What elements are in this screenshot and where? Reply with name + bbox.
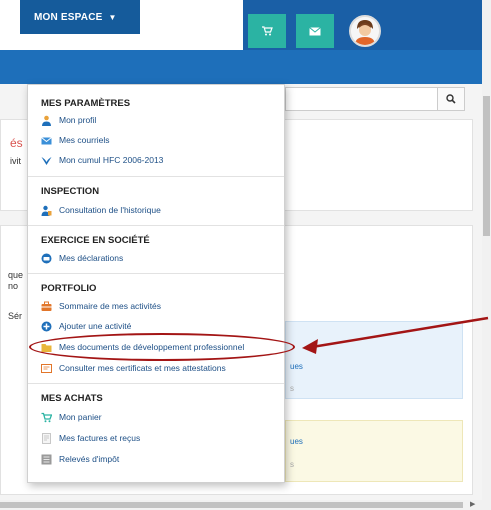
mail-button[interactable] (296, 14, 334, 48)
caret-down-icon: ▼ (108, 12, 117, 22)
bg-text-fragment: és (10, 136, 23, 150)
scrollbar-thumb[interactable] (0, 502, 463, 508)
menu-item-releves-impot[interactable]: Relevés d'impôt (41, 452, 119, 466)
nav-mon-espace[interactable]: MON ESPACE ▼ (20, 0, 140, 34)
declaration-icon (41, 253, 52, 263)
scroll-right-arrow-icon[interactable]: ▶ (470, 500, 475, 508)
main-navbar (0, 50, 482, 84)
bg-card-text-fragment: s (290, 384, 294, 393)
user-history-icon (41, 205, 52, 216)
menu-item-label: Sommaire de mes activités (59, 301, 162, 311)
section-title-inspection: INSPECTION (41, 186, 100, 197)
mail-icon (309, 26, 321, 35)
menu-item-label: Consultation de l'historique (59, 205, 161, 215)
search-icon (446, 94, 456, 104)
menu-divider (28, 273, 284, 274)
menu-item-label: Mes courriels (59, 135, 110, 145)
vertical-scrollbar[interactable] (482, 0, 491, 500)
add-circle-icon (41, 321, 52, 331)
purchase-card (285, 420, 463, 482)
mon-espace-dropdown: MES PARAMÈTRES Mon profil Mes courriels … (27, 84, 285, 483)
bg-text-fragment: que (8, 270, 24, 280)
bg-card-link-fragment[interactable]: ues (290, 362, 303, 371)
bg-card-text-fragment: s (290, 460, 294, 469)
bg-text-fragment: no (8, 281, 19, 291)
bg-text-fragment: Sér (8, 311, 23, 321)
tax-icon (41, 454, 52, 464)
menu-item-consultation-historique[interactable]: Consultation de l'historique (41, 203, 161, 217)
cart-icon (41, 412, 52, 422)
menu-item-label: Mon panier (59, 412, 102, 422)
section-title-mes-parametres: MES PARAMÈTRES (41, 98, 131, 109)
menu-item-label: Consulter mes certificats et mes attesta… (59, 363, 226, 373)
menu-item-label: Ajouter une activité (59, 321, 132, 331)
search-input[interactable] (285, 87, 437, 111)
horizontal-scrollbar[interactable]: ▶ (0, 500, 491, 510)
user-avatar[interactable] (349, 15, 381, 47)
activity-card (285, 321, 463, 399)
cart-icon (262, 26, 273, 36)
menu-item-mes-courriels[interactable]: Mes courriels (41, 133, 110, 147)
cart-button[interactable] (248, 14, 286, 48)
menu-item-mes-declarations[interactable]: Mes déclarations (41, 251, 123, 265)
menu-item-mon-panier[interactable]: Mon panier (41, 410, 102, 424)
menu-divider (28, 225, 284, 226)
menu-item-ajouter-activite[interactable]: Ajouter une activité (41, 319, 131, 333)
invoice-icon (42, 432, 51, 444)
search-button[interactable] (437, 87, 465, 111)
highlight-ellipse (29, 333, 295, 361)
menu-item-mes-factures-recus[interactable]: Mes factures et reçus (41, 431, 140, 445)
menu-divider (28, 383, 284, 384)
menu-item-mon-profil[interactable]: Mon profil (41, 113, 96, 127)
nav-mon-espace-label: MON ESPACE (34, 11, 103, 23)
menu-item-label: Mon profil (59, 115, 97, 125)
menu-item-label: Mes déclarations (59, 253, 124, 263)
menu-item-consulter-certificats[interactable]: Consulter mes certificats et mes attesta… (41, 361, 226, 375)
section-title-mes-achats: MES ACHATS (41, 393, 103, 404)
bg-text-fragment: ivit (10, 156, 21, 166)
section-title-portfolio: PORTFOLIO (41, 283, 97, 294)
person-icon (42, 115, 51, 126)
menu-item-label: Mon cumul HFC 2006-2013 (59, 155, 164, 165)
bird-icon (41, 156, 52, 165)
menu-item-mon-cumul-hfc[interactable]: Mon cumul HFC 2006-2013 (41, 153, 163, 167)
section-title-exercice-en-societe: EXERCICE EN SOCIÉTÉ (41, 235, 150, 246)
menu-item-label: Mes factures et reçus (59, 433, 141, 443)
menu-item-sommaire-activites[interactable]: Sommaire de mes activités (41, 299, 161, 313)
briefcase-icon (41, 301, 52, 311)
mail-icon (41, 136, 52, 144)
certificate-icon (41, 363, 52, 373)
scrollbar-thumb[interactable] (483, 96, 490, 236)
menu-divider (28, 176, 284, 177)
bg-card-link-fragment[interactable]: ues (290, 437, 303, 446)
avatar-icon (351, 17, 379, 45)
menu-item-label: Relevés d'impôt (59, 454, 120, 464)
